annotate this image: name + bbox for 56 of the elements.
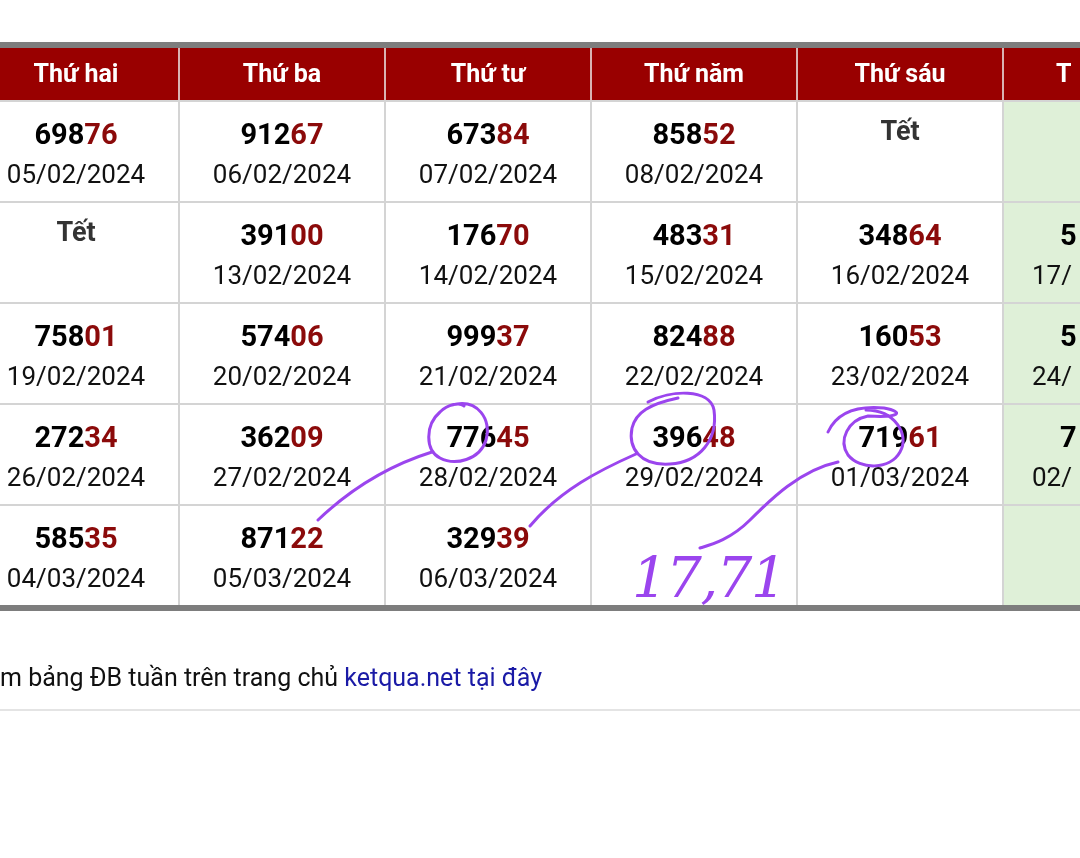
column-header: Thứ năm xyxy=(644,58,744,91)
result-number: 91267 xyxy=(240,116,324,153)
date-label: 19/02/2024 xyxy=(6,360,146,393)
result-number: 16053 xyxy=(858,318,942,355)
result-number: 57406 xyxy=(240,318,324,355)
date-label: 07/02/2024 xyxy=(418,158,558,191)
holiday-label: Tết xyxy=(880,114,920,148)
result-number: 82488 xyxy=(652,318,736,355)
result-number: 5 xyxy=(1060,318,1077,355)
result-number: 69876 xyxy=(34,116,118,153)
date-label: 08/02/2024 xyxy=(624,158,764,191)
date-label: 02/ xyxy=(1032,461,1072,494)
date-label: 04/03/2024 xyxy=(6,562,146,595)
result-number: 5 xyxy=(1060,217,1077,254)
date-label: 16/02/2024 xyxy=(830,259,970,292)
date-label: 21/02/2024 xyxy=(418,360,558,393)
date-label: 15/02/2024 xyxy=(624,259,764,292)
result-number: 27234 xyxy=(34,419,118,456)
result-number: 871 22 xyxy=(240,520,324,557)
date-label: 20/02/2024 xyxy=(212,360,352,393)
date-label: 06/03/2024 xyxy=(418,562,558,595)
result-number: 48331 xyxy=(652,217,736,254)
date-label: 29/02/2024 xyxy=(624,461,764,494)
column-header: Thứ sáu xyxy=(854,58,946,91)
date-label: 24/ xyxy=(1032,360,1072,393)
date-label: 06/02/2024 xyxy=(212,158,352,191)
date-label: 17/ xyxy=(1032,259,1072,292)
date-label: 13/02/2024 xyxy=(212,259,352,292)
result-number: 75801 xyxy=(34,318,118,355)
result-number: 32939 xyxy=(446,520,530,557)
date-label: 05/03/2024 xyxy=(212,562,352,595)
result-number: 391 00 xyxy=(240,217,324,254)
footer-sentence: m bảng ĐB tuần trên trang chủ ketqua.net tại đây xyxy=(0,662,543,694)
handwritten-note: 17,71 xyxy=(632,548,786,608)
date-label: 26/02/2024 xyxy=(6,461,146,494)
column-header: T xyxy=(1056,58,1072,91)
date-label: 28/02/2024 xyxy=(418,461,558,494)
column-header: Thứ tư xyxy=(450,58,526,91)
column-header: Thứ hai xyxy=(33,58,119,91)
result-number: 58535 xyxy=(34,520,118,557)
result-number: 99937 xyxy=(446,318,530,355)
link[interactable]: ketqua.net tại đây xyxy=(344,663,542,692)
date-label: 27/02/2024 xyxy=(212,461,352,494)
result-number: 85852 xyxy=(652,116,736,153)
date-label: 14/02/2024 xyxy=(418,259,558,292)
result-number: 34864 xyxy=(858,217,942,254)
result-number: 7 xyxy=(1060,419,1077,456)
result-number: 36209 xyxy=(240,419,324,456)
result-number: 17670 xyxy=(446,217,530,254)
holiday-label: Tết xyxy=(56,215,96,249)
date-label: 05/02/2024 xyxy=(6,158,146,191)
column-header: Thứ ba xyxy=(242,58,322,91)
result-number: 67384 xyxy=(446,116,530,153)
date-label: 23/02/2024 xyxy=(830,360,970,393)
date-label: 01/03/2024 xyxy=(830,461,970,494)
date-label: 22/02/2024 xyxy=(624,360,764,393)
